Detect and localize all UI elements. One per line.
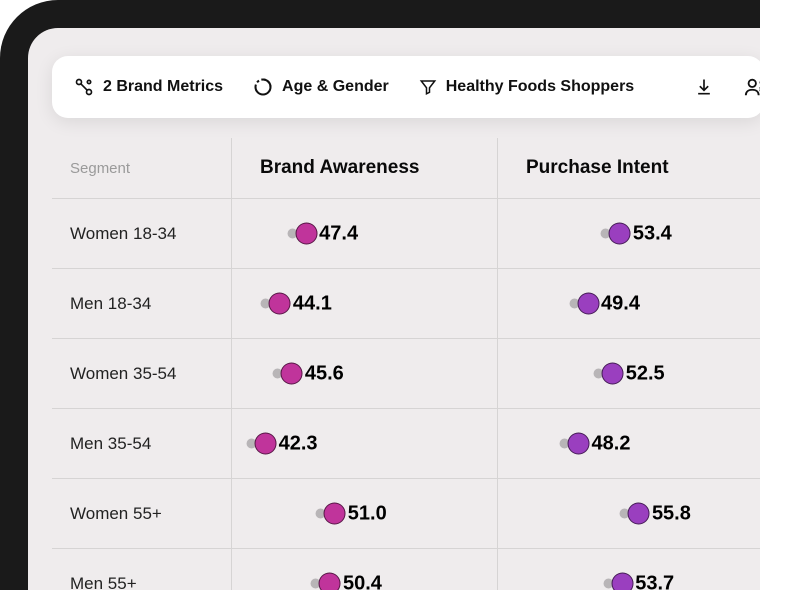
filter-chip[interactable]: Healthy Foods Shoppers	[419, 78, 634, 96]
metric-value: 45.6	[305, 362, 344, 385]
metric-cell: 47.4	[232, 198, 498, 268]
metric-value: 42.3	[279, 432, 318, 455]
metric-value: 44.1	[293, 292, 332, 315]
metric-cell: 51.0	[232, 478, 498, 548]
col-header-metric-2[interactable]: Purchase Intent	[498, 138, 760, 198]
metric-cell: 42.3	[232, 408, 498, 478]
metric-cell: 52.5	[498, 338, 760, 408]
table-row: Women 35-54 45.6 52.5	[52, 338, 760, 408]
metric-cell: 44.1	[232, 268, 498, 338]
col-header-segment: Segment	[52, 138, 232, 198]
table-row: Men 18-34 44.1 49.4	[52, 268, 760, 338]
data-table: Segment Brand Awareness Purchase Intent …	[52, 138, 760, 590]
device-frame: 2 Brand Metrics Age & Gender Healthy Foo…	[0, 0, 760, 590]
metric-cell: 53.4	[498, 198, 760, 268]
metric-value: 53.7	[635, 572, 674, 590]
metric-cell: 55.8	[498, 478, 760, 548]
metric-cell: 48.2	[498, 408, 760, 478]
split-chip-label: Age & Gender	[282, 78, 389, 96]
segment-label: Men 18-34	[52, 268, 232, 338]
metric-value: 47.4	[319, 222, 358, 245]
metric-value: 49.4	[601, 292, 640, 315]
table-row: Women 55+ 51.0 55.8	[52, 478, 760, 548]
table-row: Men 55+ 50.4 53.7	[52, 548, 760, 590]
table-header: Segment Brand Awareness Purchase Intent	[52, 138, 760, 198]
filter-chip-label: Healthy Foods Shoppers	[446, 78, 634, 96]
metric-value: 53.4	[633, 222, 672, 245]
funnel-icon	[419, 78, 437, 96]
segment-label: Women 18-34	[52, 198, 232, 268]
metric-cell: 53.7	[498, 548, 760, 590]
metric-cell: 49.4	[498, 268, 760, 338]
segment-label: Women 35-54	[52, 338, 232, 408]
metrics-chip-label: 2 Brand Metrics	[103, 78, 223, 96]
metric-value: 55.8	[652, 502, 691, 525]
toolbar: 2 Brand Metrics Age & Gender Healthy Foo…	[52, 56, 760, 118]
metric-value: 48.2	[592, 432, 631, 455]
connections-icon	[74, 77, 94, 97]
metrics-chip[interactable]: 2 Brand Metrics	[74, 77, 223, 97]
segment-icon	[253, 77, 273, 97]
download-icon	[694, 77, 714, 97]
split-chip[interactable]: Age & Gender	[253, 77, 389, 97]
metric-cell: 50.4	[232, 548, 498, 590]
segment-label: Men 35-54	[52, 408, 232, 478]
table-row: Women 18-34 47.4 53.4	[52, 198, 760, 268]
metric-value: 51.0	[348, 502, 387, 525]
metric-cell: 45.6	[232, 338, 498, 408]
segment-label: Men 55+	[52, 548, 232, 590]
segment-label: Women 55+	[52, 478, 232, 548]
metric-value: 52.5	[626, 362, 665, 385]
table-row: Men 35-54 42.3 48.2	[52, 408, 760, 478]
people-icon	[744, 76, 760, 98]
col-header-metric-1[interactable]: Brand Awareness	[232, 138, 498, 198]
metric-value: 50.4	[343, 572, 382, 590]
respondents-chip[interactable]: 6,785	[744, 76, 760, 98]
download-button[interactable]	[694, 77, 714, 97]
